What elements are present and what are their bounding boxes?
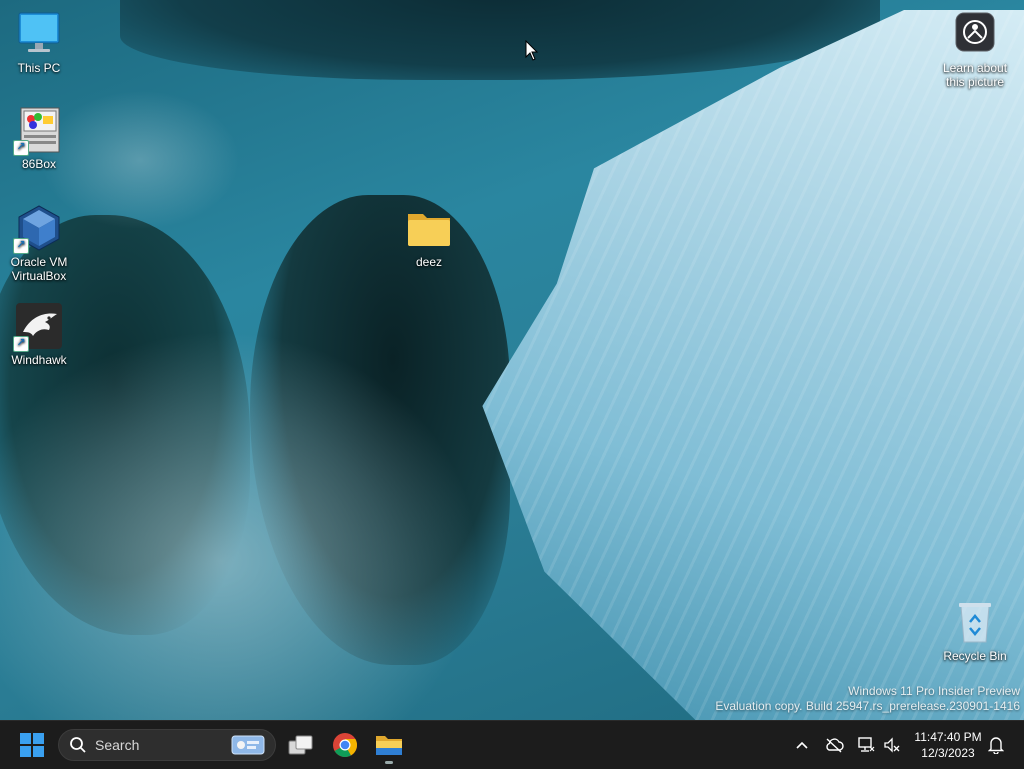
file-explorer-button[interactable] [369,725,409,765]
chevron-up-icon [796,741,808,749]
chrome-icon [333,733,358,758]
evaluation-watermark: Windows 11 Pro Insider Preview Evaluatio… [715,684,1020,714]
watermark-line-2: Evaluation copy. Build 25947.rs_prerelea… [715,699,1020,713]
learn-picture-icon [951,10,999,58]
windows-logo-icon [20,733,44,757]
bell-icon [988,737,1004,754]
search-highlight-icon [231,735,265,755]
running-indicator [385,761,393,764]
desktop-icon-learn-about-picture[interactable]: Learn about this picture [936,10,1014,89]
show-hidden-icons-button[interactable] [792,735,812,755]
task-view-button[interactable] [281,725,321,765]
notifications-button[interactable] [986,735,1006,755]
wallpaper-mist [0,330,480,720]
onedrive-status-button[interactable] [824,735,844,755]
shortcut-arrow-icon: ↗ [13,336,29,352]
wallpaper-shore [120,0,880,80]
search-placeholder: Search [95,737,140,753]
task-view-icon [288,735,313,755]
desktop-icon-label: deez [415,255,443,269]
desktop-icon-label: Windhawk [11,353,67,367]
shortcut-arrow-icon: ↗ [13,238,29,254]
cloud-offline-icon [826,738,844,753]
windhawk-app-icon: ↗ [13,302,63,352]
file-explorer-icon [376,736,402,755]
folder-icon [405,204,453,252]
clock-date: 12/3/2023 [921,746,975,760]
chrome-button[interactable] [325,725,365,765]
desktop-icon-windhawk[interactable]: ↗ Windhawk [1,302,77,367]
desktop-icon-label: 86Box [21,157,57,171]
desktop-icon-86box[interactable]: ↗ 86Box [1,106,77,171]
desktop-icon-label: Recycle Bin [943,649,1007,663]
clock-time: 11:47:40 PM [914,730,982,744]
desktop[interactable]: This PC ↗ 86Box ↗ Oracle VM VirtualBox ↗… [0,0,1024,720]
desktop-icon-virtualbox[interactable]: ↗ Oracle VM VirtualBox [1,204,77,283]
mouse-cursor-icon [525,40,539,61]
desktop-icon-recycle-bin[interactable]: Recycle Bin [936,598,1014,663]
desktop-icon-label: Oracle VM VirtualBox [10,255,68,283]
volume-muted-icon [884,737,900,753]
desktop-icon-deez-folder[interactable]: deez [391,204,467,269]
search-icon [70,737,86,753]
clock-button[interactable]: 11:47:40 PM 12/3/2023 [908,729,988,761]
network-status-button[interactable] [856,735,876,755]
search-box[interactable]: Search [58,729,276,761]
desktop-icon-label: This PC [17,61,61,75]
monitor-icon [15,10,63,58]
recycle-bin-icon [951,598,999,646]
virtualbox-app-icon: ↗ [13,204,63,254]
desktop-icon-label: Learn about this picture [942,61,1008,89]
network-disconnected-icon [858,737,875,752]
watermark-line-1: Windows 11 Pro Insider Preview [848,684,1020,698]
start-button[interactable] [12,725,52,765]
volume-status-button[interactable] [882,735,902,755]
taskbar: Search 11:47:40 PM 12/3/2023 [0,720,1024,769]
86box-app-icon: ↗ [13,106,63,156]
desktop-icon-this-pc[interactable]: This PC [1,10,77,75]
shortcut-arrow-icon: ↗ [13,140,29,156]
